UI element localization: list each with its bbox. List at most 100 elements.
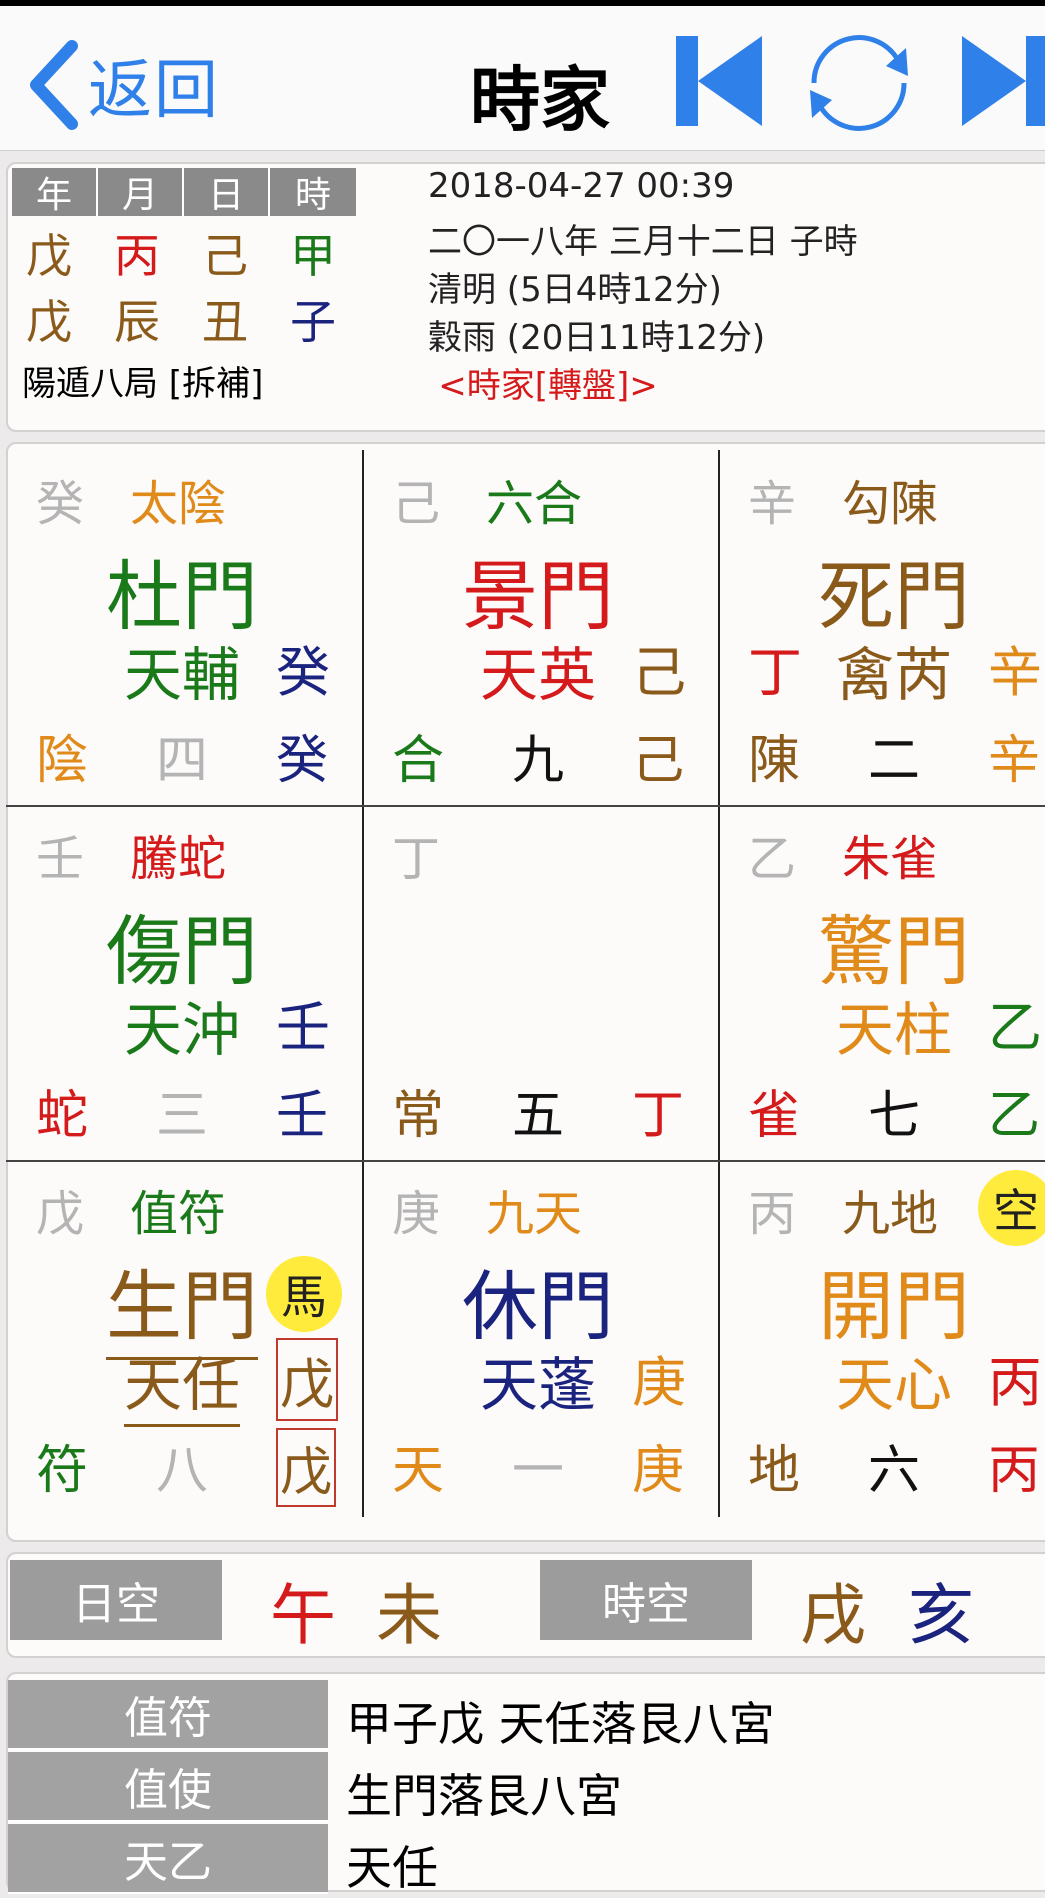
ground-stem: 戊 <box>276 1428 337 1507</box>
back-button[interactable]: 返回 <box>28 40 220 130</box>
table-row-label: 值使 <box>8 1752 328 1822</box>
star: 天柱 <box>836 996 953 1064</box>
deity-short: 雀 <box>748 1086 801 1146</box>
info-panel: 年 月 日 時 戊 丙 己 甲 戊 辰 丑 子 陽遁八局 [拆補] 2018-0… <box>6 162 1045 432</box>
hour-stem: 甲 <box>290 229 336 283</box>
palace-number: 六 <box>868 1441 921 1501</box>
month-branch: 辰 <box>114 295 160 349</box>
deity-short: 陳 <box>748 731 801 791</box>
ground-stem: 辛 <box>988 731 1041 791</box>
earth-stem: 丁 <box>392 831 441 887</box>
ju-label: 陽遁八局 [拆補] <box>22 364 264 404</box>
chevron-left-icon <box>30 40 78 130</box>
pillar-stems: 戊 丙 己 甲 <box>26 226 378 286</box>
deity: 太陰 <box>130 476 227 532</box>
day-void-value: 未 <box>376 1577 442 1654</box>
back-label: 返回 <box>88 54 220 128</box>
palace-cell[interactable]: 丙 九地 空 開門 天心 丙 地 六 丙 <box>718 1160 1045 1515</box>
deity-short: 符 <box>36 1441 89 1501</box>
palace-number: 八 <box>156 1441 209 1501</box>
palace-cell[interactable]: 丁 常 五 丁 <box>362 805 718 1160</box>
table-row-value: 生門落艮八宮 <box>346 1769 622 1823</box>
table-row-value: 甲子戊 天任落艮八宮 <box>346 1697 775 1751</box>
star: 天輔 <box>124 641 241 709</box>
deity-short: 合 <box>392 731 445 791</box>
palace-number: 四 <box>156 731 209 791</box>
ground-stem: 乙 <box>988 1086 1041 1146</box>
heaven-stem: 己 <box>632 641 686 704</box>
skip-previous-icon[interactable] <box>676 36 762 126</box>
deity: 騰蛇 <box>130 831 227 887</box>
chart-mode: <時家[轉盤]> <box>438 366 658 406</box>
earth-stem: 庚 <box>392 1186 441 1242</box>
star: 天蓬 <box>480 1351 597 1419</box>
hour-void-label: 時空 <box>540 1560 752 1640</box>
deity-short: 天 <box>392 1441 445 1501</box>
heaven-stem: 辛 <box>988 641 1042 704</box>
void-badge: 空 <box>978 1170 1045 1246</box>
palace-cell[interactable]: 庚 九天 休門 天蓬 庚 天 一 庚 <box>362 1160 718 1515</box>
pillar-header-year: 年 <box>12 168 98 216</box>
earth-stem: 丙 <box>748 1186 797 1242</box>
page-title: 時家 <box>470 59 610 141</box>
earth-stem: 壬 <box>36 831 85 887</box>
table-row-label: 天乙 <box>8 1824 328 1894</box>
palace-cell[interactable]: 乙 朱雀 驚門 天柱 乙 雀 七 乙 <box>718 805 1045 1160</box>
year-branch: 戊 <box>26 295 72 349</box>
palace-cell[interactable]: 辛 勾陳 死門 丁 禽芮 辛 陳 二 辛 <box>718 450 1045 805</box>
palace-number: 三 <box>156 1086 209 1146</box>
palace-number: 二 <box>868 731 921 791</box>
ground-stem: 丙 <box>988 1441 1041 1501</box>
deity-short: 陰 <box>36 731 89 791</box>
day-void-value: 午 <box>270 1577 336 1654</box>
table-row-label: 值符 <box>8 1680 328 1750</box>
pillar-header-day: 日 <box>184 168 270 216</box>
heaven-stem: 乙 <box>988 996 1042 1059</box>
ground-stem: 丁 <box>632 1086 685 1146</box>
hour-void-value: 戌 <box>800 1577 866 1654</box>
table-row-value: 天任 <box>346 1841 438 1895</box>
solar-term-1: 清明 (5日4時12分) <box>428 270 722 310</box>
earth-stem: 乙 <box>748 831 797 887</box>
star: 天沖 <box>124 996 241 1064</box>
deity: 九地 <box>842 1186 939 1242</box>
skip-next-icon[interactable] <box>962 36 1045 126</box>
day-branch: 丑 <box>202 295 248 349</box>
palace-cell[interactable]: 己 六合 景門 天英 己 合 九 己 <box>362 450 718 805</box>
deity-short: 地 <box>748 1441 801 1501</box>
palace-grid: 癸 太陰 杜門 天輔 癸 陰 四 癸 己 六合 景門 天英 己 合 九 己 辛 … <box>6 450 1045 1517</box>
hour-void-value: 亥 <box>908 1577 974 1654</box>
star: 禽芮 <box>836 641 953 709</box>
heaven-stem: 戊 <box>276 1338 338 1421</box>
jia-stem: 丁 <box>748 641 802 704</box>
earth-stem: 戊 <box>36 1186 85 1242</box>
pillar-branches: 戊 辰 丑 子 <box>26 292 378 352</box>
day-stem: 己 <box>202 229 248 283</box>
palace-cell[interactable]: 壬 騰蛇 傷門 天沖 壬 蛇 三 壬 <box>6 805 362 1160</box>
earth-stem: 辛 <box>748 476 797 532</box>
hour-branch: 子 <box>290 295 336 349</box>
deity: 朱雀 <box>842 831 939 887</box>
earth-stem: 癸 <box>36 476 85 532</box>
deity-short: 蛇 <box>36 1086 89 1146</box>
heaven-stem: 丙 <box>988 1351 1042 1414</box>
earth-stem: 己 <box>392 476 441 532</box>
deity: 勾陳 <box>842 476 939 532</box>
star: 天英 <box>480 641 597 709</box>
palace-cell[interactable]: 癸 太陰 杜門 天輔 癸 陰 四 癸 <box>6 450 362 805</box>
palace-cell[interactable]: 戊 值符 生門 馬 天任 戊 符 八 戊 <box>6 1160 362 1515</box>
horse-badge: 馬 <box>266 1256 342 1332</box>
heaven-stem: 壬 <box>276 996 330 1059</box>
year-stem: 戊 <box>26 229 72 283</box>
ground-stem: 己 <box>632 731 685 791</box>
nav-bar: 返回 時家 <box>0 6 1045 151</box>
refresh-icon[interactable] <box>796 28 922 138</box>
pillar-header-month: 月 <box>98 168 184 216</box>
deity: 六合 <box>486 476 583 532</box>
star: 天任 <box>124 1338 241 1427</box>
solar-term-2: 穀雨 (20日11時12分) <box>428 318 766 358</box>
pillar-headers: 年 月 日 時 <box>12 168 356 216</box>
palace-number: 七 <box>868 1086 921 1146</box>
star: 天心 <box>836 1351 953 1419</box>
deity: 值符 <box>130 1186 227 1242</box>
